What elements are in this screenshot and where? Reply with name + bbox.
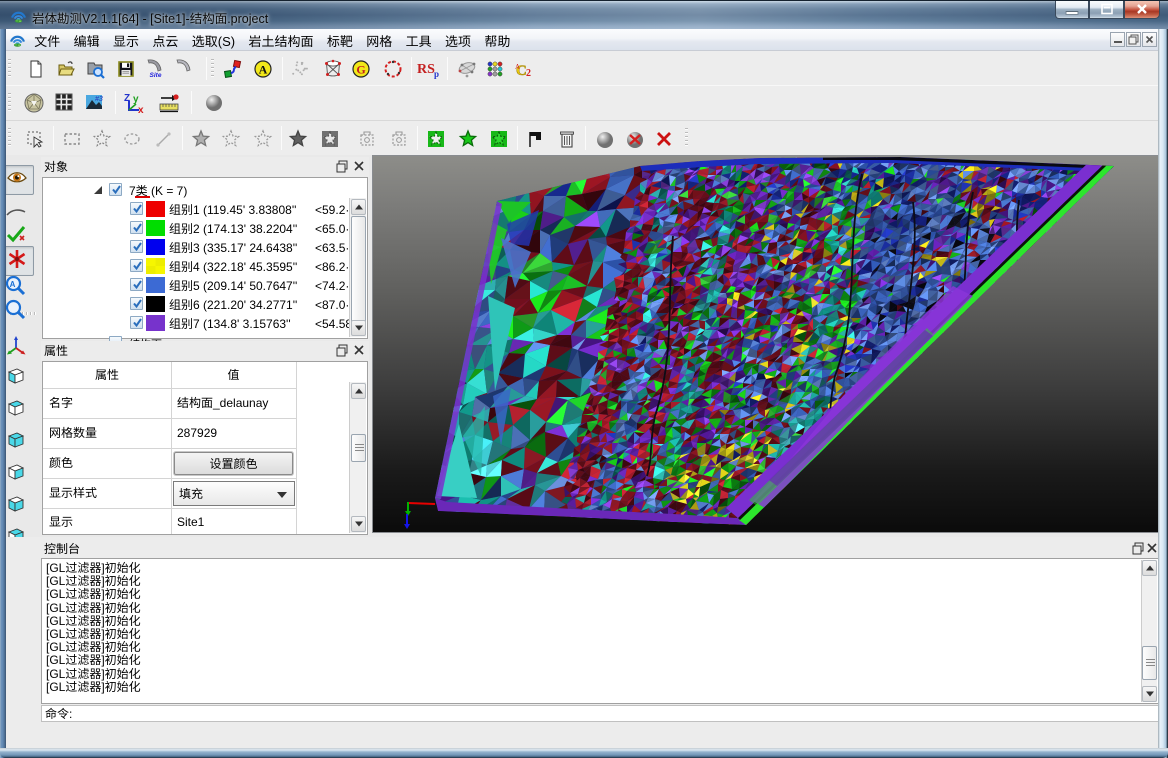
svg-text:A: A bbox=[515, 63, 520, 71]
svg-text:x: x bbox=[138, 105, 144, 114]
svg-text:A: A bbox=[10, 280, 16, 289]
svg-text:2: 2 bbox=[526, 68, 531, 79]
svg-text:G: G bbox=[356, 63, 365, 77]
svg-text:Site: Site bbox=[150, 72, 162, 79]
svg-text:#3: #3 bbox=[95, 96, 103, 103]
svg-text:RS: RS bbox=[417, 62, 435, 77]
svg-text:A: A bbox=[259, 63, 268, 77]
svg-text:p: p bbox=[434, 69, 439, 79]
svg-text:y: y bbox=[133, 94, 139, 105]
